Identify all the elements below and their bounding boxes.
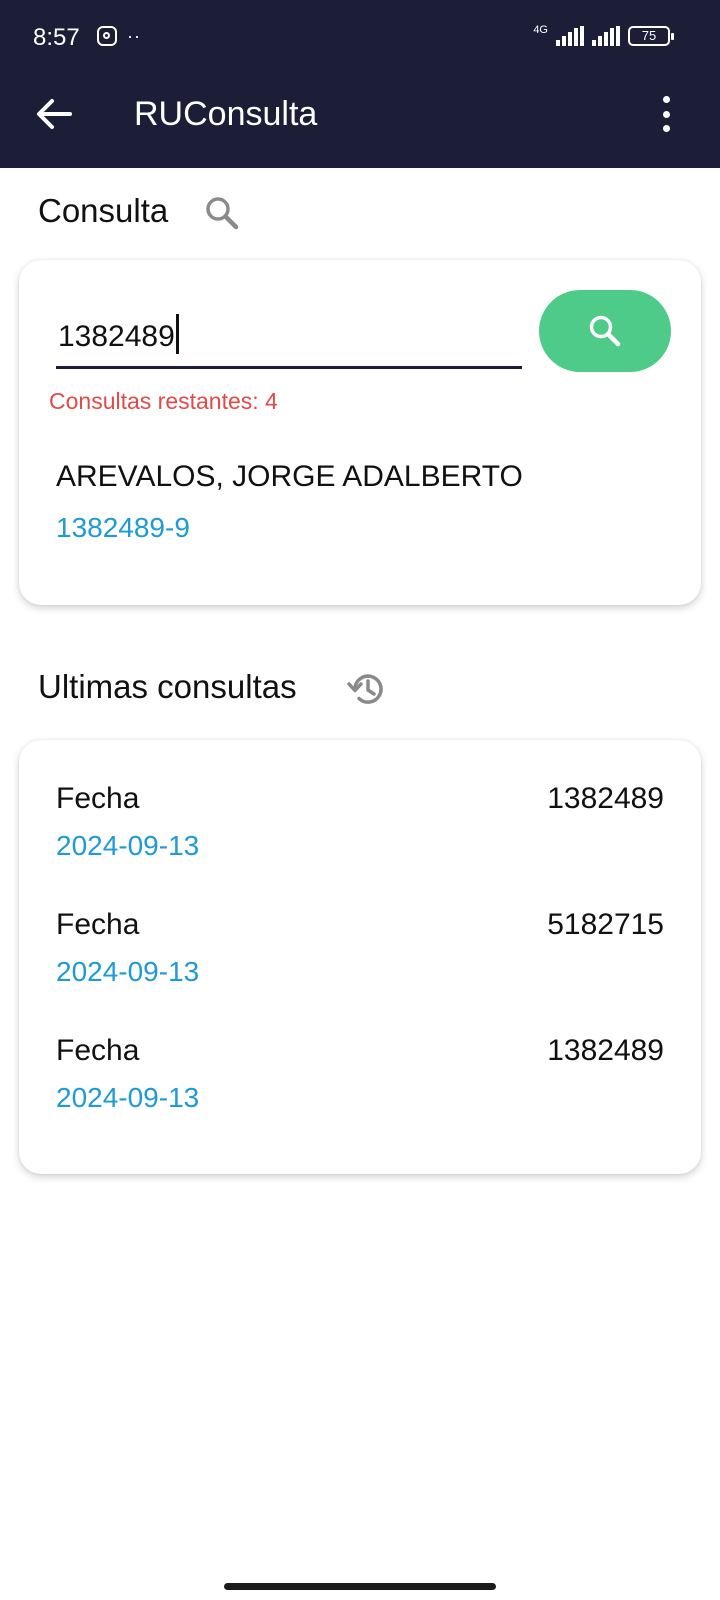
ruc-input-value[interactable]: 1382489 <box>58 314 179 358</box>
ruc-search-input[interactable]: 1382489 <box>56 310 522 369</box>
status-notification-icons: ·· <box>97 26 141 46</box>
consulta-section-title: Consulta <box>38 192 169 229</box>
history-icon <box>347 674 383 704</box>
search-icon <box>589 315 621 347</box>
text-caret <box>175 314 179 354</box>
consulta-card: 1382489 Consultas restantes: 4 AREVALOS,… <box>19 260 701 605</box>
history-item-label: Fecha <box>56 1034 140 1067</box>
battery-icon: 75 <box>628 26 674 46</box>
app-title: RUConsulta <box>134 95 318 133</box>
app-bar: 8:57 ·· 4G 75 RUConsulta <box>0 0 720 168</box>
history-item-number: 1382489 <box>547 1034 664 1067</box>
history-item[interactable]: Fecha 1382489 2024-09-13 <box>56 1034 664 1144</box>
history-item-label: Fecha <box>56 782 140 815</box>
arrow-left-icon <box>37 99 72 129</box>
history-section-title: Ultimas consultas <box>38 668 297 705</box>
history-item-date: 2024-09-13 <box>56 830 200 861</box>
result-ruc[interactable]: 1382489-9 <box>56 512 190 544</box>
history-item[interactable]: Fecha 1382489 2024-09-13 <box>56 782 664 892</box>
search-button[interactable] <box>539 290 671 372</box>
history-card: Fecha 1382489 2024-09-13 Fecha 5182715 2… <box>19 740 701 1174</box>
history-item-number: 1382489 <box>547 782 664 815</box>
remaining-queries-text: Consultas restantes: 4 <box>49 388 278 414</box>
home-indicator[interactable] <box>224 1583 496 1590</box>
history-item-date: 2024-09-13 <box>56 1082 200 1113</box>
search-icon <box>206 197 239 230</box>
status-time: 8:57 <box>33 24 80 51</box>
history-item-number: 5182715 <box>547 908 664 941</box>
signal-icon <box>556 26 584 46</box>
history-item-label: Fecha <box>56 908 140 941</box>
more-notifications-icon: ·· <box>127 26 141 46</box>
back-button[interactable] <box>34 96 74 132</box>
instagram-icon <box>97 26 117 46</box>
status-indicators: 4G 75 <box>533 24 674 46</box>
more-options-button[interactable] <box>654 96 678 132</box>
more-vert-icon <box>662 96 670 103</box>
signal-icon-2 <box>592 26 620 46</box>
network-type: 4G <box>533 24 548 36</box>
history-item-date: 2024-09-13 <box>56 956 200 987</box>
history-item[interactable]: Fecha 5182715 2024-09-13 <box>56 908 664 1018</box>
result-name: AREVALOS, JORGE ADALBERTO <box>56 460 523 493</box>
